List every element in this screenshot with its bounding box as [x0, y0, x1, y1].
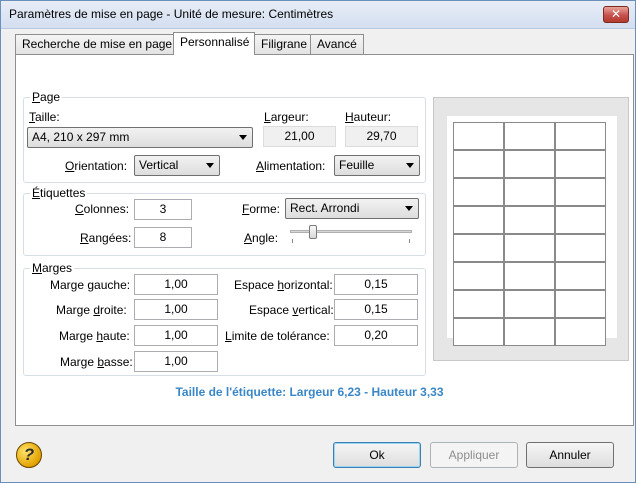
marge-haute-field[interactable]: 1,00	[134, 325, 218, 346]
preview-label-cell	[453, 206, 504, 234]
tolerance-field[interactable]: 0,20	[334, 325, 418, 346]
rangees-field[interactable]: 8	[134, 227, 192, 248]
preview-label-cell	[453, 178, 504, 206]
preview-label-cell	[504, 234, 555, 262]
window-title: Paramètres de mise en page - Unité de me…	[9, 7, 334, 21]
preview-label-cell	[555, 178, 606, 206]
cancel-button[interactable]: Annuler	[526, 442, 614, 468]
preview-label-cell	[504, 262, 555, 290]
preview-label-cell	[504, 178, 555, 206]
marge-droite-field[interactable]: 1,00	[134, 299, 218, 320]
marges-group-title: Marges	[30, 261, 75, 275]
chevron-down-icon	[405, 206, 413, 211]
marge-haute-label: Marge haute:	[59, 329, 130, 343]
taille-select[interactable]: A4, 210 x 297 mm	[27, 127, 253, 148]
tolerance-label: Limite de tolérance:	[225, 329, 330, 343]
preview-label-cell	[504, 206, 555, 234]
tab-filigrane[interactable]: Filigrane	[254, 34, 311, 54]
marge-droite-label: Marge droite:	[56, 303, 127, 317]
preview-label-cell	[555, 262, 606, 290]
tab-panel-personnalise: Page Taille: A4, 210 x 297 mm Largeur: 2…	[15, 54, 634, 426]
chevron-down-icon	[406, 163, 414, 168]
preview-label-cell	[555, 234, 606, 262]
page-setup-dialog: Paramètres de mise en page - Unité de me…	[0, 0, 636, 483]
chevron-down-icon	[206, 163, 214, 168]
preview-label-cell	[504, 318, 555, 346]
preview-label-cell	[504, 122, 555, 150]
slider-tick	[409, 239, 410, 243]
preview-label-cell	[555, 122, 606, 150]
tab-avance[interactable]: Avancé	[310, 34, 364, 54]
title-bar: Paramètres de mise en page - Unité de me…	[1, 1, 635, 29]
orientation-select-value: Vertical	[139, 158, 179, 172]
espace-vertical-label: Espace vertical:	[249, 303, 334, 317]
espace-horizontal-label: Espace horizontal:	[234, 278, 333, 292]
help-icon[interactable]: ?	[16, 442, 42, 468]
preview-label-cell	[453, 234, 504, 262]
marge-basse-label: Marge basse:	[60, 355, 133, 369]
espace-vertical-field[interactable]: 0,15	[334, 299, 418, 320]
preview-label-cell	[555, 318, 606, 346]
largeur-label: Largeur:	[264, 110, 309, 124]
angle-label: Angle:	[244, 231, 279, 245]
angle-slider[interactable]	[288, 225, 414, 245]
ok-button[interactable]: Ok	[333, 442, 421, 468]
taille-select-value: A4, 210 x 297 mm	[32, 130, 130, 144]
chevron-down-icon	[239, 135, 247, 140]
tab-recherche[interactable]: Recherche de mise en page	[15, 34, 174, 54]
label-preview	[433, 97, 629, 361]
preview-label-cell	[453, 150, 504, 178]
preview-label-cell	[555, 150, 606, 178]
slider-thumb[interactable]	[309, 225, 317, 239]
alimentation-label: Alimentation:	[256, 159, 326, 173]
marge-gauche-label: Marge gauche:	[50, 278, 131, 292]
colonnes-label: Colonnes:	[75, 202, 130, 216]
alimentation-select-value: Feuille	[339, 158, 375, 172]
forme-label: Forme:	[242, 202, 281, 216]
preview-label-cell	[453, 318, 504, 346]
label-size-status: Taille de l'étiquette: Largeur 6,23 - Ha…	[175, 385, 444, 399]
page-group-title: Page	[30, 90, 63, 104]
marge-basse-field[interactable]: 1,00	[134, 351, 218, 372]
largeur-field: 21,00	[263, 126, 336, 147]
hauteur-label: Hauteur:	[345, 110, 392, 124]
preview-label-cell	[555, 206, 606, 234]
espace-horizontal-field[interactable]: 0,15	[334, 274, 418, 295]
orientation-select[interactable]: Vertical	[134, 155, 220, 176]
slider-tick	[292, 239, 293, 243]
alimentation-select[interactable]: Feuille	[334, 155, 420, 176]
close-button[interactable]: ✕	[603, 6, 629, 23]
preview-label-cell	[453, 262, 504, 290]
orientation-label: Orientation:	[65, 159, 128, 173]
preview-label-cell	[453, 290, 504, 318]
hauteur-field: 29,70	[345, 126, 418, 147]
forme-select[interactable]: Rect. Arrondi	[285, 198, 419, 219]
etiquettes-group-title: Étiquettes	[30, 186, 88, 200]
forme-select-value: Rect. Arrondi	[290, 201, 360, 215]
preview-label-cell	[504, 150, 555, 178]
colonnes-field[interactable]: 3	[134, 199, 192, 220]
preview-label-cell	[555, 290, 606, 318]
preview-label-cell	[453, 122, 504, 150]
taille-label: Taille:	[29, 110, 60, 124]
tab-personnalise[interactable]: Personnalisé	[173, 32, 255, 55]
rangees-label: Rangées:	[80, 231, 132, 245]
preview-label-cell	[504, 290, 555, 318]
preview-page	[447, 116, 617, 346]
apply-button[interactable]: Appliquer	[430, 442, 518, 468]
marge-gauche-field[interactable]: 1,00	[134, 274, 218, 295]
